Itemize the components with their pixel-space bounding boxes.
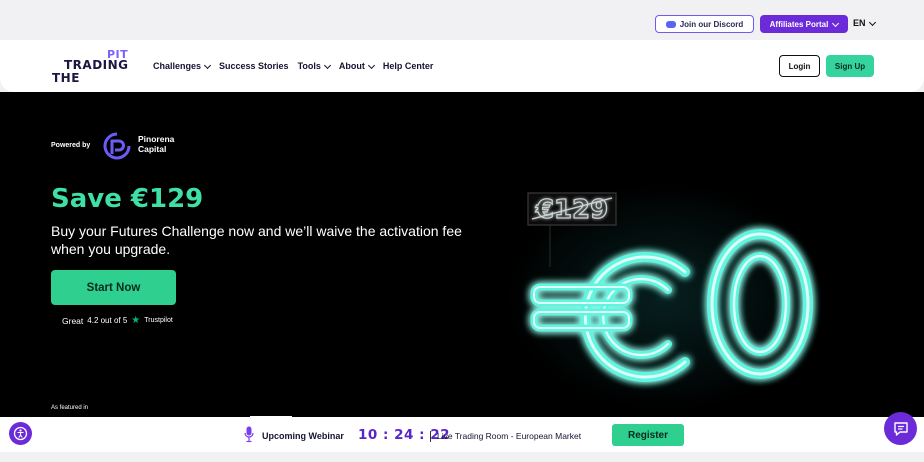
- trust-rating-text: 4.2 out of 5: [87, 316, 128, 325]
- nav-item-label: About: [338, 61, 365, 71]
- hero-description: Buy your Futures Challenge now and we’ll…: [51, 223, 462, 258]
- nav-item-label: Success Stories: [219, 61, 289, 71]
- neon-new-price: [530, 229, 813, 382]
- join-discord-button[interactable]: Join our Discord: [655, 15, 754, 33]
- nav-item-label: Help Center: [382, 61, 434, 71]
- partner-name: Pinorena Capital: [138, 134, 174, 155]
- chat-widget-button[interactable]: [884, 412, 917, 445]
- discord-icon: [665, 20, 676, 28]
- site-logo[interactable]: PIT TRADING THE: [50, 47, 140, 87]
- chevron-down-icon: [323, 61, 331, 69]
- trustpilot-star-icon: ★: [131, 315, 141, 326]
- hero-headline: Save €129: [51, 184, 204, 214]
- chevron-down-icon: [832, 19, 840, 27]
- countdown-minutes: 24: [394, 427, 414, 443]
- as-featured-in-label: As featured in: [51, 405, 89, 411]
- partner-name-line2: Capital: [138, 143, 167, 154]
- pinorena-logo-icon: [103, 132, 131, 160]
- start-now-button[interactable]: Start Now: [51, 270, 176, 305]
- trust-great-label: Great: [62, 315, 84, 326]
- neon-price-sign: €129 €0: [480, 162, 813, 382]
- signup-button[interactable]: Sign Up: [826, 55, 874, 77]
- neon-old-price: €129: [535, 195, 608, 225]
- logo-the-text: THE: [52, 71, 80, 85]
- join-discord-label: Join our Discord: [679, 19, 744, 29]
- chat-icon: [893, 421, 908, 436]
- main-navbar: PIT TRADING THE Challenges Success Stori…: [0, 40, 924, 92]
- hero-banner: Powered by Pinorena Capital Save €129 Bu…: [0, 92, 924, 417]
- register-button[interactable]: Register: [612, 424, 684, 446]
- nav-item-challenges[interactable]: Challenges: [153, 61, 212, 71]
- top-utility-bar: Join our Discord Affiliates Portal EN: [0, 0, 924, 40]
- nav-item-help-center[interactable]: Help Center: [383, 61, 434, 71]
- trustpilot-rating[interactable]: Great 4.2 out of 5 ★ Trustpilot: [62, 315, 173, 326]
- countdown-hours: 10: [358, 427, 378, 443]
- nav-item-label: Challenges: [153, 61, 202, 71]
- live-trading-room-text: Live Trading Room - European Market: [437, 431, 582, 441]
- powered-by-label: Powered by: [51, 142, 91, 149]
- login-button[interactable]: Login: [779, 55, 820, 77]
- chevron-down-icon: [203, 61, 212, 69]
- countdown-separator: :: [383, 427, 395, 443]
- nav-item-label: Tools: [297, 61, 321, 71]
- language-label: EN: [853, 18, 866, 28]
- nav-links: Challenges Success Stories Tools About H…: [153, 61, 433, 71]
- accessibility-icon: [13, 426, 28, 441]
- trustpilot-brand: Trustpilot: [144, 317, 173, 324]
- nav-item-about[interactable]: About: [338, 61, 375, 71]
- accessibility-widget-button[interactable]: [9, 422, 32, 445]
- chevron-down-icon: [367, 61, 375, 69]
- language-selector[interactable]: EN: [853, 18, 876, 28]
- countdown-separator: :: [419, 427, 431, 443]
- microphone-icon: [244, 426, 254, 443]
- neon-new-price-text: €0: [480, 162, 482, 163]
- webinar-divider: [430, 431, 431, 442]
- nav-item-success-stories[interactable]: Success Stories: [219, 61, 289, 71]
- upcoming-webinar-label: Upcoming Webinar: [262, 431, 344, 441]
- nav-item-tools[interactable]: Tools: [297, 61, 331, 71]
- logo-trading-text: TRADING: [64, 58, 129, 72]
- chevron-down-icon: [868, 18, 876, 26]
- bottom-strip: [0, 452, 924, 462]
- affiliates-portal-button[interactable]: Affiliates Portal: [760, 15, 848, 33]
- affiliates-portal-label: Affiliates Portal: [769, 19, 829, 29]
